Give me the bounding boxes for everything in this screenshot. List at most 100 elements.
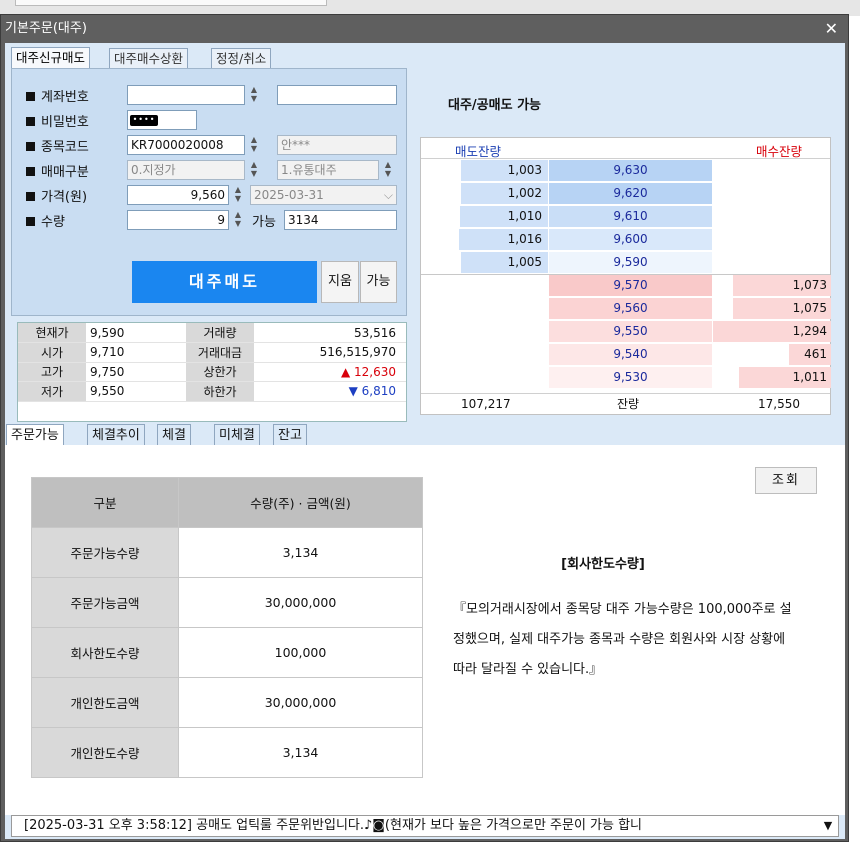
password-field[interactable]: •••• (127, 110, 197, 130)
ask-qty: 1,002 (507, 186, 542, 200)
ask-price[interactable]: 9,610 (549, 206, 712, 227)
account-spinner[interactable]: ▲ ▼ (246, 85, 262, 105)
trade-type-select[interactable]: 0.지정가 (127, 160, 245, 180)
bid-price[interactable]: 9,570 (549, 275, 712, 296)
orderbook-footer: 107,217 잔량 17,550 (421, 393, 830, 414)
upper-limit-value: 12,630 (354, 364, 396, 379)
high-price-value: 9,750 (86, 362, 186, 382)
ask-row[interactable]: 1,002 9,620 (421, 182, 830, 205)
tab-short-sell-new[interactable]: 대주신규매도 (11, 47, 91, 69)
tab-order-available[interactable]: 주문가능 (6, 424, 64, 446)
stock-name-field: 안*** (277, 135, 397, 155)
account-name-field[interactable] (277, 85, 397, 105)
orderbook-header: 매도잔량 매수잔량 (421, 138, 830, 159)
bid-price[interactable]: 9,530 (549, 367, 712, 388)
tab-balance[interactable]: 잔고 (273, 424, 307, 446)
bid-row[interactable]: 9,540 461 (421, 343, 831, 366)
price-info-row: 고가 9,750 상한가 ▲ 12,630 (18, 362, 406, 382)
down-arrow-icon: ▼ (348, 384, 358, 399)
row-value: 3,134 (178, 527, 423, 578)
chevron-down-icon[interactable]: ▼ (820, 816, 836, 836)
status-message: [2025-03-31 오후 3:58:12] 공매도 업틱룰 주문위반입니다.… (24, 818, 643, 833)
tab-execution-trend[interactable]: 체결추이 (87, 424, 145, 446)
trade-type-label: 매매구분 (26, 161, 89, 180)
trade-amount-label: 거래대금 (186, 342, 254, 363)
short-sell-button[interactable]: 대주매도 (132, 261, 317, 303)
lower-limit-cell: ▼ 6,810 (254, 381, 406, 402)
tab-executions[interactable]: 체결 (157, 424, 191, 446)
total-label: 잔량 (617, 397, 640, 411)
ask-qty: 1,003 (507, 163, 542, 177)
tab-short-cover[interactable]: 대주매수상환 (109, 48, 189, 68)
ask-qty: 1,016 (507, 232, 542, 246)
ask-qty: 1,005 (507, 255, 542, 269)
tab-modify-cancel[interactable]: 정정/취소 (211, 48, 272, 68)
query-button[interactable]: 조회 (755, 467, 817, 494)
quantity-spinner[interactable]: ▲ ▼ (230, 210, 246, 230)
date-picker[interactable]: 2025-03-31 ⌵ (250, 185, 397, 205)
qty-label: 수량 (26, 211, 65, 230)
price-field[interactable]: 9,560 (127, 185, 229, 205)
row-value: 30,000,000 (178, 677, 423, 728)
bid-row[interactable]: 9,530 1,011 (421, 366, 831, 389)
lower-limit-label: 하한가 (186, 381, 254, 402)
available-qty-field: 3134 (284, 210, 397, 230)
password-mask: •••• (130, 115, 158, 126)
current-price-value: 9,590 (86, 323, 186, 343)
total-ask-qty: 107,217 (461, 397, 511, 411)
bid-qty: 1,073 (792, 278, 827, 292)
bid-qty: 1,011 (792, 370, 827, 384)
code-spinner[interactable]: ▲ ▼ (246, 135, 262, 155)
ask-price[interactable]: 9,620 (549, 183, 712, 204)
bid-qty: 461 (804, 347, 827, 361)
notice-title: [회사한도수량] (561, 557, 645, 572)
quantity-field[interactable]: 9 (127, 210, 229, 230)
account-number-field[interactable] (127, 85, 245, 105)
ask-price[interactable]: 9,630 (549, 160, 712, 181)
ask-row[interactable]: 1,003 9,630 (421, 159, 830, 182)
total-bid-qty: 17,550 (758, 397, 800, 411)
trade-type-spinner[interactable]: ▲ ▼ (246, 160, 262, 180)
tab-unfilled[interactable]: 미체결 (214, 424, 260, 446)
date-value: 2025-03-31 (254, 188, 324, 202)
ask-price[interactable]: 9,600 (549, 229, 712, 250)
table-row: 개인한도수량 3,134 (31, 727, 423, 778)
spread-divider (421, 274, 830, 275)
background-window-edge (15, 0, 327, 6)
loan-type-select[interactable]: 1.유통대주 (277, 160, 379, 180)
account-label: 계좌번호 (26, 86, 89, 105)
availability-table: 구분 수량(주) · 금액(원) 주문가능수량 3,134 주문가능금액 30,00… (31, 477, 423, 778)
bid-price[interactable]: 9,540 (549, 344, 712, 365)
row-value: 100,000 (178, 627, 423, 678)
chevron-down-icon[interactable]: ⌵ (384, 186, 393, 204)
available-label: 가능 (252, 215, 276, 230)
table-row: 회사한도수량 100,000 (31, 627, 423, 678)
available-button[interactable]: 가능 (360, 261, 397, 303)
low-price-value: 9,550 (86, 381, 186, 402)
price-spinner[interactable]: ▲ ▼ (230, 185, 246, 205)
bid-row[interactable]: 9,570 1,073 (421, 274, 831, 297)
password-label: 비밀번호 (26, 111, 89, 130)
bid-qty: 1,294 (792, 324, 827, 338)
high-price-label: 고가 (18, 362, 86, 382)
stock-code-field[interactable]: KR7000020008 (127, 135, 245, 155)
bid-price[interactable]: 9,550 (549, 321, 712, 342)
bid-row[interactable]: 9,550 1,294 (421, 320, 831, 343)
up-arrow-icon: ▲ (340, 364, 351, 379)
ask-price[interactable]: 9,590 (549, 252, 712, 273)
table-header-row: 구분 수량(주) · 금액(원) (31, 477, 423, 528)
orderbook: 매도잔량 매수잔량 1,003 9,630 1,002 9,620 1,010 9,610… (420, 137, 831, 415)
close-icon[interactable]: ✕ (825, 15, 838, 43)
loan-type-spinner[interactable]: ▲ ▼ (380, 160, 396, 180)
current-price-label: 현재가 (18, 323, 86, 343)
clear-button[interactable]: 지움 (321, 261, 359, 303)
ask-row[interactable]: 1,016 9,600 (421, 228, 830, 251)
bid-price[interactable]: 9,560 (549, 298, 712, 319)
upper-limit-cell: ▲ 12,630 (254, 362, 406, 382)
ask-row[interactable]: 1,010 9,610 (421, 205, 830, 228)
open-price-value: 9,710 (86, 342, 186, 363)
ask-row[interactable]: 1,005 9,590 (421, 251, 830, 274)
bid-header: 매수잔량 (755, 144, 802, 159)
price-info-grid: 현재가 9,590 거래량 53,516 시가 9,710 거래대금 516,5… (17, 322, 407, 422)
bid-row[interactable]: 9,560 1,075 (421, 297, 831, 320)
